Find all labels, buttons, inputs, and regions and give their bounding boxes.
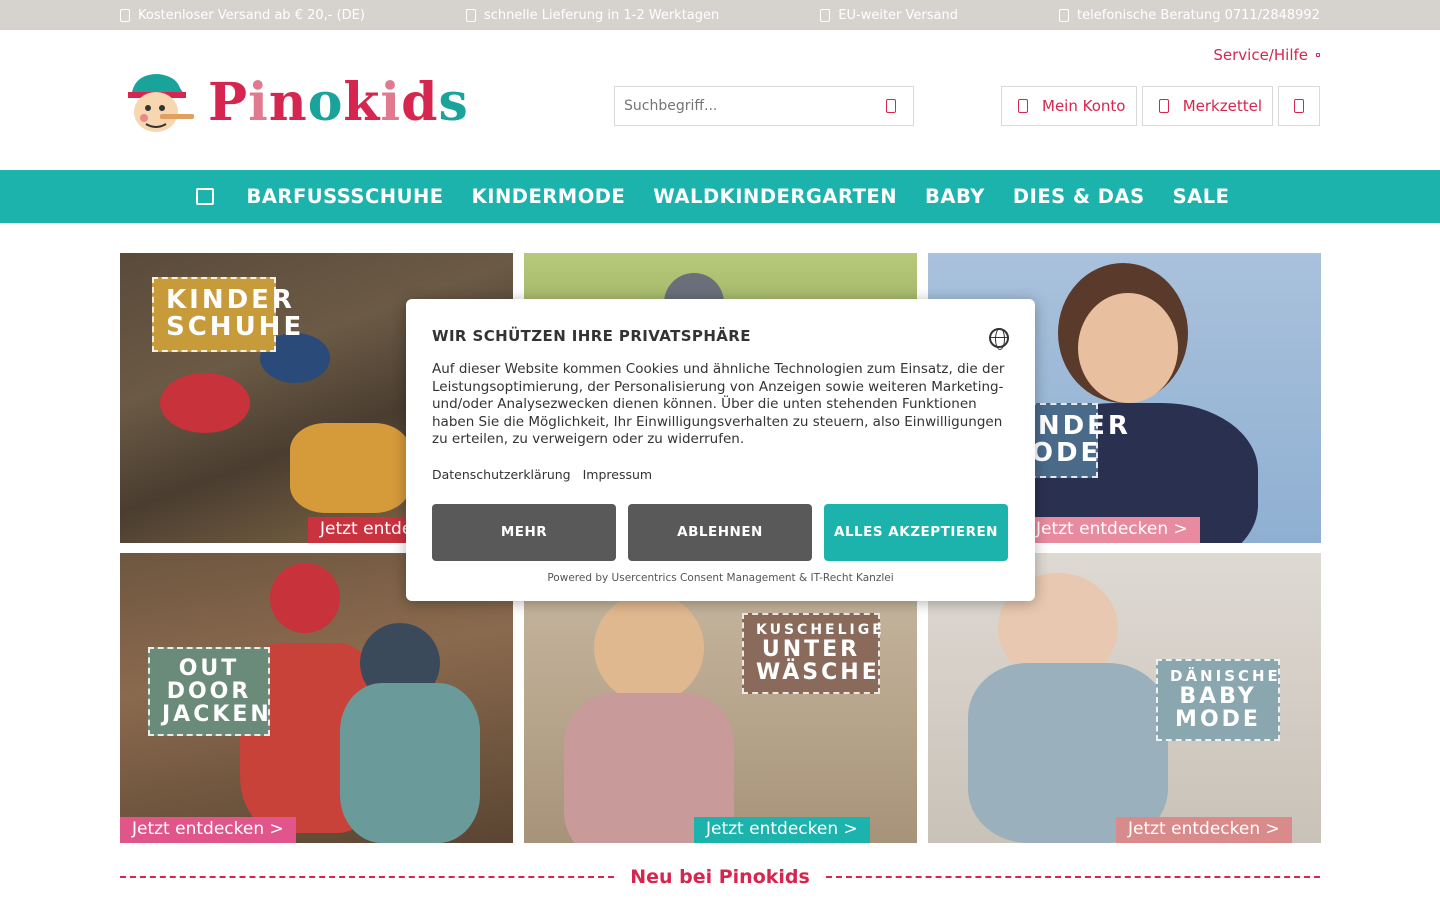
usp-item-delivery: schnelle Lieferung in 1-2 Werktagen <box>466 8 719 23</box>
tile-cta[interactable]: Jetzt entdecken > <box>120 817 296 843</box>
consent-powered-by: Powered by Usercentrics Consent Manageme… <box>547 571 894 584</box>
search-icon <box>886 99 896 113</box>
more-button[interactable]: MEHR <box>432 503 616 561</box>
child-hat-image <box>270 563 340 633</box>
imprint-link[interactable]: Impressum <box>583 467 652 482</box>
nav-item-barfussschuhe[interactable]: BARFUSSSCHUHE <box>232 185 457 208</box>
child-face-image <box>594 593 704 703</box>
divider <box>120 876 615 878</box>
accept-all-button[interactable]: ALLES AKZEPTIEREN <box>824 503 1008 561</box>
search-box <box>614 86 914 126</box>
consent-title: WIR SCHÜTZEN IHRE PRIVATSPHÄRE <box>432 327 751 345</box>
baby-clothes-image <box>968 663 1168 843</box>
nav-item-sale[interactable]: SALE <box>1159 185 1244 208</box>
tile-label: KINDER SCHUHE <box>152 277 301 352</box>
account-button[interactable]: Mein Konto <box>1001 86 1137 126</box>
section-title: Neu bei Pinokids <box>630 866 810 888</box>
cart-button[interactable] <box>1278 86 1320 126</box>
tile-label: DÄNISCHE BABY MODE <box>1156 659 1280 741</box>
search-input[interactable] <box>615 87 869 125</box>
tile-cta[interactable]: Jetzt entdecken > <box>1116 817 1292 843</box>
heart-icon <box>1159 99 1169 113</box>
privacy-policy-link[interactable]: Datenschutzerklärung <box>432 467 571 482</box>
decline-button[interactable]: ABLEHNEN <box>628 503 812 561</box>
usp-item-phone: telefonische Beratung 0711/2848992 <box>1059 8 1320 23</box>
language-globe-icon[interactable] <box>989 328 1009 350</box>
boot-image <box>290 423 410 513</box>
cookie-consent-dialog: WIR SCHÜTZEN IHRE PRIVATSPHÄRE Auf diese… <box>406 299 1035 601</box>
search-button[interactable] <box>869 87 913 125</box>
tile-label: OUT DOOR JACKEN <box>148 647 270 737</box>
service-help-link[interactable]: Service/Hilfe <box>1213 46 1320 64</box>
shoe-image <box>160 373 250 433</box>
cart-icon <box>1294 99 1304 113</box>
child-jacket-image <box>340 683 480 843</box>
home-icon[interactable] <box>196 188 215 205</box>
main-navigation: BARFUSSSCHUHE KINDERMODE WALDKINDERGARTE… <box>0 170 1440 223</box>
consent-text: Auf dieser Website kommen Cookies und äh… <box>432 361 1005 447</box>
user-icon <box>1018 99 1028 113</box>
nav-item-baby[interactable]: BABY <box>911 185 999 208</box>
child-face-image <box>1078 293 1178 403</box>
tile-cta[interactable]: Jetzt entdecken > <box>694 817 870 843</box>
clock-icon <box>466 8 476 22</box>
consent-buttons: MEHR ABLEHNEN ALLES AKZEPTIEREN <box>432 503 1009 561</box>
tile-label: KUSCHELIGE UNTER WÄSCHE <box>742 613 882 694</box>
truck-icon <box>120 8 130 22</box>
section-header-new: Neu bei Pinokids <box>120 866 1320 888</box>
globe-icon <box>820 8 831 22</box>
logo-pinocchio-icon <box>124 70 198 134</box>
logo[interactable]: Pinokids <box>124 70 469 134</box>
nav-item-kindermode[interactable]: KINDERMODE <box>458 185 640 208</box>
wishlist-button[interactable]: Merkzettel <box>1142 86 1273 126</box>
site-header: Service/Hilfe Pinokids Mein Konto <box>0 30 1440 170</box>
nav-item-dies-das[interactable]: DIES & DAS <box>999 185 1159 208</box>
tile-cta[interactable]: Jetzt entdecken > <box>1024 517 1200 543</box>
usp-item-shipping: Kostenloser Versand ab € 20,- (DE) <box>120 8 365 23</box>
consent-links: Datenschutzerklärung Impressum <box>432 467 1009 482</box>
divider <box>825 876 1320 878</box>
phone-icon <box>1059 8 1070 22</box>
chevron-down-icon <box>1316 53 1320 57</box>
usp-bar: Kostenloser Versand ab € 20,- (DE) schne… <box>0 0 1440 30</box>
usp-item-eu: EU-weiter Versand <box>820 8 958 23</box>
logo-wordmark: Pinokids <box>208 71 469 133</box>
nav-item-waldkindergarten[interactable]: WALDKINDERGARTEN <box>639 185 911 208</box>
